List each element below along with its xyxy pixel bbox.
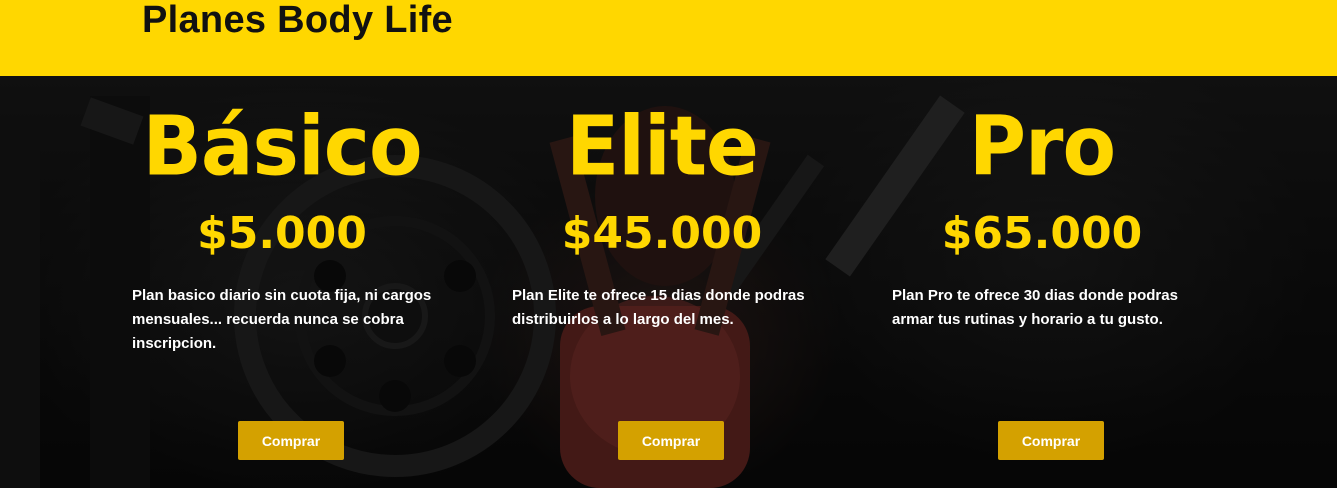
plan-price: $65.000 [941,208,1143,259]
plan-name: Básico [142,99,422,195]
plan-price: $45.000 [561,208,763,259]
plan-name: Pro [968,99,1116,195]
buy-pro-button[interactable]: Comprar [998,421,1104,460]
plan-description: Plan Elite te ofrece 15 dias donde podra… [512,287,805,328]
plan-name: Elite [566,99,759,195]
plan-description: Plan Pro te ofrece 30 dias donde podras … [892,287,1178,328]
page-header: Planes Body Life [0,0,1337,76]
plans-section: Básico $5.000 Plan basico diario sin cuo… [0,76,1337,488]
buy-basico-button[interactable]: Comprar [238,421,344,460]
plan-description: Plan basico diario sin cuota fija, ni ca… [132,287,432,352]
plan-price: $5.000 [197,208,367,259]
page-title: Planes Body Life [142,0,453,41]
buy-elite-button[interactable]: Comprar [618,421,724,460]
